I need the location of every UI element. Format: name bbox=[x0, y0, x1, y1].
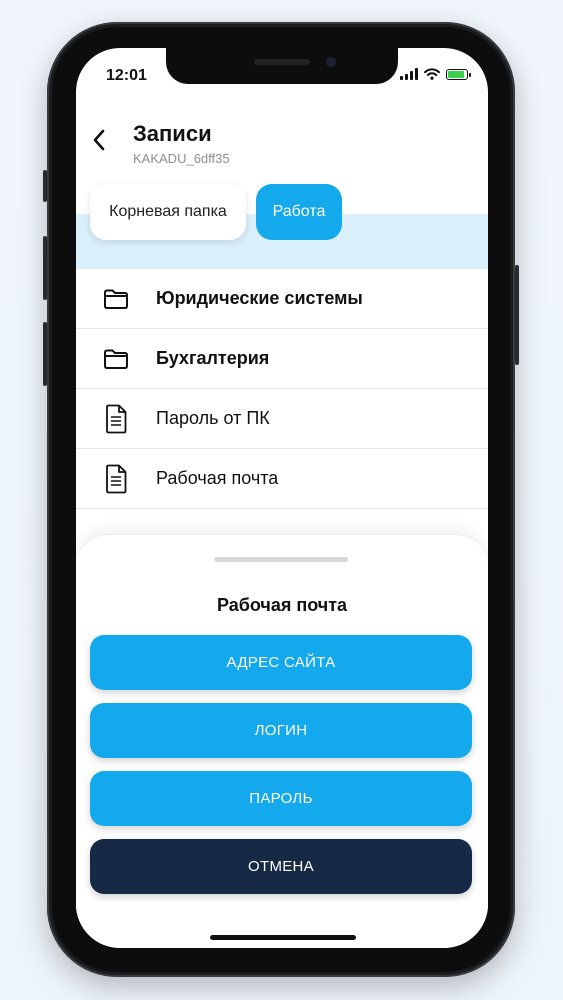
folder-icon bbox=[104, 349, 128, 369]
folder-icon bbox=[104, 289, 128, 309]
notch bbox=[166, 48, 398, 84]
list-item-label: Рабочая почта bbox=[156, 468, 279, 488]
front-camera bbox=[326, 57, 336, 67]
list-item-label: Бухгалтерия bbox=[156, 348, 270, 368]
list-item-work-mail[interactable]: Рабочая почта bbox=[76, 449, 488, 509]
action-sheet: Рабочая почта АДРЕС САЙТА ЛОГИН ПАРОЛЬ О… bbox=[76, 535, 488, 948]
wifi-icon bbox=[424, 68, 440, 80]
signal-icon bbox=[400, 68, 418, 80]
list-item-pc-password[interactable]: Пароль от ПК bbox=[76, 389, 488, 449]
mute-switch bbox=[43, 170, 47, 202]
page-subtitle: KAKADU_6dff35 bbox=[133, 151, 230, 166]
page-title: Записи bbox=[133, 121, 212, 146]
login-button[interactable]: ЛОГИН bbox=[90, 703, 472, 758]
sheet-grabber[interactable] bbox=[214, 557, 348, 562]
status-time: 12:01 bbox=[106, 67, 147, 84]
list-item-legal-systems[interactable]: Юридические системы bbox=[76, 269, 488, 329]
cancel-button[interactable]: ОТМЕНА bbox=[90, 839, 472, 894]
site-address-button[interactable]: АДРЕС САЙТА bbox=[90, 635, 472, 690]
app-screen: 12:01 Записи KAKADU_6dff35 Корневая папк… bbox=[76, 48, 488, 948]
password-button[interactable]: ПАРОЛЬ bbox=[90, 771, 472, 826]
chevron-left-icon bbox=[93, 129, 105, 151]
sheet-title: Рабочая почта bbox=[216, 595, 348, 615]
status-icons bbox=[400, 68, 471, 80]
power-button bbox=[515, 265, 519, 365]
home-indicator[interactable] bbox=[210, 935, 356, 940]
speaker bbox=[254, 59, 310, 65]
back-button[interactable] bbox=[84, 122, 114, 158]
volume-down-button bbox=[43, 322, 47, 386]
battery-icon bbox=[446, 68, 471, 80]
document-icon bbox=[106, 464, 127, 493]
records-list: Юридические системы Бухгалтерия Пароль о… bbox=[76, 269, 488, 509]
breadcrumb-work[interactable]: Работа bbox=[256, 184, 342, 240]
volume-up-button bbox=[43, 236, 47, 300]
list-item-label: Пароль от ПК bbox=[156, 408, 270, 428]
breadcrumb-root-folder[interactable]: Корневая папка bbox=[90, 184, 246, 240]
list-item-label: Юридические системы bbox=[156, 288, 363, 308]
document-icon bbox=[106, 404, 127, 433]
list-item-accounting[interactable]: Бухгалтерия bbox=[76, 329, 488, 389]
